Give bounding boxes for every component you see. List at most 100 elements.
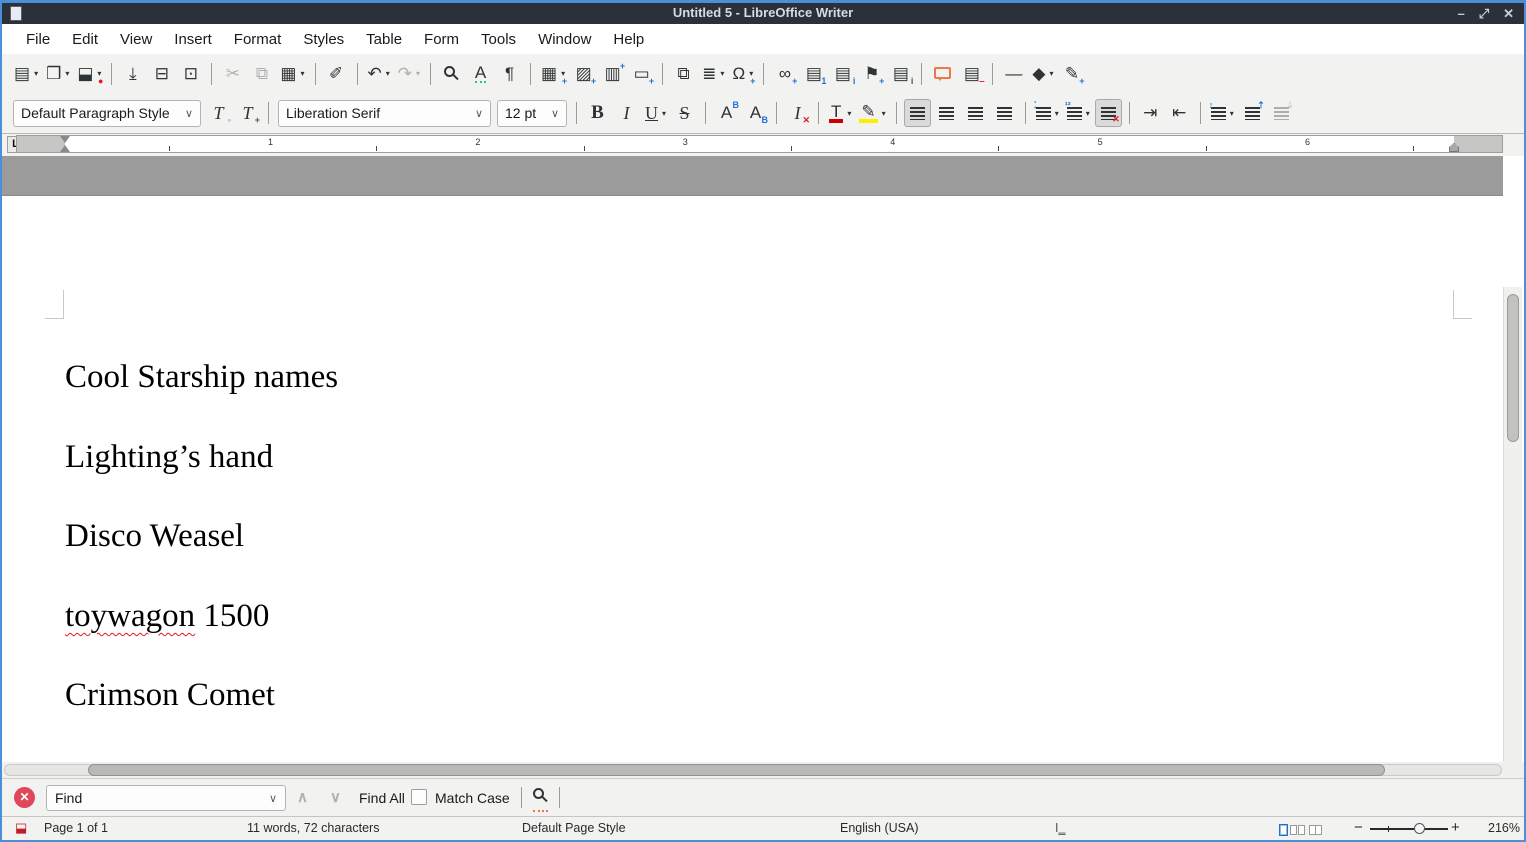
find-replace-button[interactable] [438, 60, 465, 88]
insert-footnote-button[interactable]: ▤1 [800, 60, 827, 88]
formatting-marks-button[interactable]: ¶ [496, 60, 523, 88]
font-color-button[interactable]: T▾ [826, 99, 854, 127]
document-text[interactable]: 1500 [195, 598, 269, 634]
insert-image-button[interactable]: ▨+ [570, 60, 597, 88]
font-size-select[interactable]: 12 pt∨ [497, 100, 567, 127]
insert-field-dropdown-arrow[interactable]: ▾ [720, 69, 724, 78]
align-left-button[interactable] [904, 99, 931, 127]
insert-chart-button[interactable]: ▥+ [599, 60, 626, 88]
insert-endnote-button[interactable]: ▤i [829, 60, 856, 88]
match-case-checkbox[interactable] [411, 789, 427, 805]
export-pdf-button[interactable]: ⤓ [119, 60, 146, 88]
menu-help[interactable]: Help [602, 27, 655, 52]
new-style-button[interactable]: T+ [234, 99, 261, 127]
horizontal-line-button[interactable]: ― [1000, 60, 1027, 88]
insert-bookmark-button[interactable]: ⚑+ [858, 60, 885, 88]
ordered-list-dropdown-arrow[interactable]: ▾ [1086, 109, 1090, 118]
book-view-icon[interactable] [1315, 825, 1322, 835]
new-document-button[interactable]: ▤▾ [11, 60, 41, 88]
redo-button[interactable]: ↷▾ [395, 60, 423, 88]
menu-insert[interactable]: Insert [163, 27, 223, 52]
print-preview-button[interactable]: ⊡ [177, 60, 204, 88]
find-all-button[interactable]: Find All [359, 790, 405, 806]
insert-hyperlink-button[interactable]: ∞+ [771, 60, 798, 88]
unordered-list-button[interactable]: ⁚▾ [1033, 99, 1062, 127]
zoom-percentage[interactable]: 216% [1488, 821, 1520, 835]
zoom-in-button[interactable]: + [1451, 819, 1460, 836]
insert-comment-button[interactable] [929, 60, 956, 88]
find-input-dropdown-icon[interactable]: ∨ [269, 792, 277, 805]
titlebar[interactable]: Untitled 5 - LibreOffice Writer – ⤢ ✕ [2, 3, 1524, 24]
document-line[interactable]: Lighting’s hand [65, 437, 273, 477]
close-find-bar-button[interactable]: ✕ [14, 787, 35, 808]
font-color-dropdown-arrow[interactable]: ▾ [847, 109, 851, 118]
document-line[interactable]: Crimson Comet [65, 675, 275, 715]
align-center-button[interactable] [933, 99, 960, 127]
insert-table-button[interactable]: ▦+▾ [538, 60, 568, 88]
cut-button[interactable]: ✂ [219, 60, 246, 88]
paragraph-style-select[interactable]: Default Paragraph Style∨ [13, 100, 201, 127]
new-document-dropdown-arrow[interactable]: ▾ [34, 69, 38, 78]
menu-format[interactable]: Format [223, 27, 293, 52]
undo-dropdown-arrow[interactable]: ▾ [386, 69, 390, 78]
menu-window[interactable]: Window [527, 27, 602, 52]
line-spacing-button[interactable]: ↕▾ [1208, 99, 1237, 127]
line-spacing-dropdown-arrow[interactable]: ▾ [1230, 109, 1234, 118]
menu-table[interactable]: Table [355, 27, 413, 52]
multi-page-view-icon[interactable] [1298, 825, 1305, 835]
bold-button[interactable]: B [584, 99, 611, 127]
text-language[interactable]: English (USA) [840, 821, 919, 835]
font-name-dropdown-icon[interactable]: ∨ [475, 107, 483, 120]
menu-tools[interactable]: Tools [470, 27, 527, 52]
italic-button[interactable]: I [613, 99, 640, 127]
page-count[interactable]: Page 1 of 1 [44, 821, 108, 835]
document-text[interactable]: Lighting’s hand [65, 439, 273, 475]
horizontal-ruler[interactable]: L 123456 [2, 134, 1524, 156]
paste-dropdown-arrow[interactable]: ▾ [300, 69, 304, 78]
font-name-select[interactable]: Liberation Serif∨ [278, 100, 491, 127]
clone-formatting-button[interactable]: ✐ [323, 60, 350, 88]
document-line[interactable]: Cool Starship names [65, 357, 338, 397]
document-line[interactable]: toywagon 1500 [65, 596, 269, 636]
align-right-button[interactable] [962, 99, 989, 127]
menu-edit[interactable]: Edit [61, 27, 109, 52]
save-button[interactable]: ⬓●▾ [74, 60, 104, 88]
find-and-replace-icon[interactable] [533, 788, 548, 812]
vertical-scrollbar[interactable] [1503, 287, 1522, 762]
minimize-button[interactable]: – [1457, 4, 1464, 23]
open-dropdown-arrow[interactable]: ▾ [65, 69, 69, 78]
ordered-list-button[interactable]: ¹²▾ [1064, 99, 1093, 127]
misspelled-word[interactable]: toywagon [65, 598, 195, 634]
draw-functions-button[interactable]: ✎+ [1058, 60, 1085, 88]
insert-textbox-button[interactable]: ▭+ [628, 60, 655, 88]
special-character-button[interactable]: Ω+▾ [729, 60, 756, 88]
decrease-paragraph-spacing-button[interactable]: ⇣ [1268, 99, 1295, 127]
strikethrough-button[interactable]: S [671, 99, 698, 127]
spelling-button[interactable]: A [467, 60, 494, 88]
highlight-color-button[interactable]: ✎▾ [856, 99, 888, 127]
zoom-slider-handle[interactable] [1414, 823, 1425, 834]
print-button[interactable]: ⊟ [148, 60, 175, 88]
document-line[interactable]: Disco Weasel [65, 516, 244, 556]
multi-page-view-icon[interactable] [1290, 825, 1297, 835]
document-modified-icon[interactable]: ⬓ [15, 820, 27, 836]
open-button[interactable]: ❒▾ [43, 60, 72, 88]
document-text[interactable]: Cool Starship names [65, 359, 338, 395]
vertical-scrollbar-thumb[interactable] [1507, 294, 1519, 442]
clear-formatting-button[interactable]: I✕ [784, 99, 811, 127]
horizontal-scrollbar[interactable] [2, 762, 1524, 778]
find-previous-button[interactable]: ∧ [297, 788, 308, 806]
basic-shapes-button[interactable]: ◆▾ [1029, 60, 1056, 88]
page-break-button[interactable]: ⧉ [670, 60, 697, 88]
subscript-button[interactable]: AB [742, 99, 769, 127]
find-input[interactable]: Find ∨ [46, 785, 286, 811]
zoom-slider[interactable] [1370, 828, 1448, 830]
copy-button[interactable]: ⧉ [248, 60, 275, 88]
paragraph-style-dropdown-icon[interactable]: ∨ [185, 107, 193, 120]
horizontal-scrollbar-thumb[interactable] [88, 764, 1385, 776]
document-text[interactable]: Crimson Comet [65, 677, 275, 713]
decrease-indent-button[interactable]: ⇤ [1166, 99, 1193, 127]
insert-mode-icon[interactable]: I‗ [1055, 821, 1065, 835]
menu-styles[interactable]: Styles [292, 27, 355, 52]
close-button[interactable]: ✕ [1503, 4, 1514, 23]
